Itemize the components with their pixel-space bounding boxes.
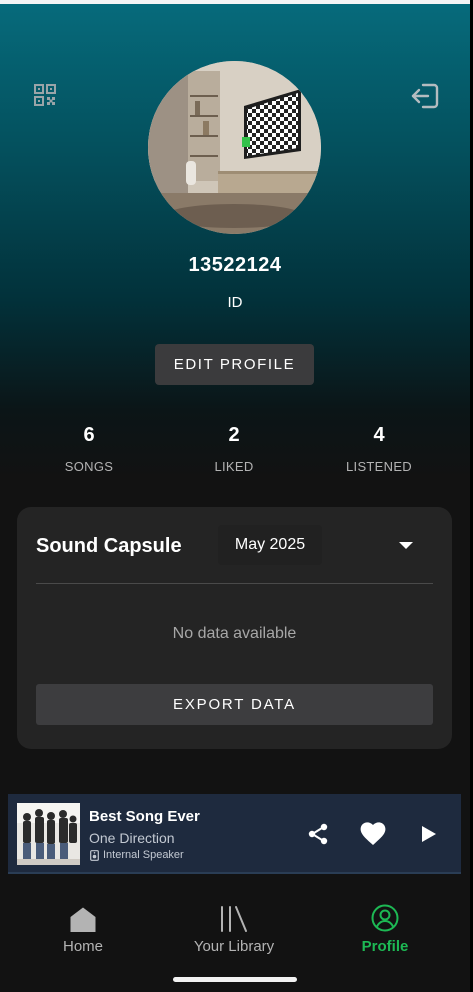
play-icon	[422, 826, 436, 842]
output-device[interactable]: Internal Speaker	[90, 849, 184, 861]
nav-item-home[interactable]: Home	[23, 900, 143, 955]
avatar-image	[148, 61, 321, 234]
stat-songs: 6 SONGS	[29, 424, 149, 474]
play-button[interactable]	[417, 822, 441, 846]
output-device-label: Internal Speaker	[103, 849, 184, 861]
qr-code-icon	[34, 84, 56, 106]
library-icon	[221, 906, 247, 932]
stat-liked: 2 LIKED	[174, 424, 294, 474]
user-id-label: ID	[227, 294, 243, 311]
divider	[36, 583, 433, 584]
stat-songs-label: SONGS	[64, 459, 114, 474]
export-data-button[interactable]: EXPORT DATA	[36, 684, 433, 725]
home-indicator	[173, 977, 297, 982]
empty-state-message: No data available	[172, 625, 297, 642]
stat-liked-value: 2	[228, 424, 240, 446]
sound-capsule-card: Sound Capsule May 2025 No data available…	[17, 507, 452, 749]
share-button[interactable]	[305, 821, 331, 847]
nav-item-library[interactable]: Your Library	[174, 900, 294, 955]
home-icon	[70, 907, 96, 932]
stat-listened: 4 LISTENED	[319, 424, 439, 474]
profile-screen: 13522124 ID EDIT PROFILE 6 SONGS 2 LIKED…	[0, 0, 473, 992]
speaker-icon	[90, 849, 99, 861]
username: 13522124	[188, 254, 282, 276]
album-cover-image	[17, 803, 80, 865]
nav-label-home: Home	[62, 938, 103, 955]
like-button[interactable]	[359, 821, 387, 847]
stat-songs-value: 6	[83, 424, 95, 446]
profile-icon	[371, 904, 399, 932]
track-title: Best Song Ever	[89, 808, 200, 825]
stat-listened-label: LISTENED	[346, 459, 412, 474]
month-dropdown-button[interactable]	[395, 537, 417, 555]
nav-item-profile[interactable]: Profile	[325, 900, 445, 955]
mini-player[interactable]: Best Song Ever One Direction Internal Sp…	[8, 794, 461, 874]
caret-down-icon	[399, 542, 413, 549]
sound-capsule-title: Sound Capsule	[36, 535, 182, 557]
edit-profile-button[interactable]: EDIT PROFILE	[155, 344, 314, 385]
track-artist: One Direction	[89, 830, 175, 846]
stat-listened-value: 4	[373, 424, 385, 446]
player-progress-track	[8, 872, 461, 874]
logout-icon	[411, 83, 439, 109]
heart-icon	[360, 822, 386, 845]
nav-label-library: Your Library	[193, 938, 275, 955]
nav-label-profile: Profile	[361, 938, 409, 955]
avatar[interactable]	[148, 61, 321, 234]
share-icon	[308, 823, 328, 845]
stat-liked-label: LIKED	[214, 459, 254, 474]
month-selector[interactable]: May 2025	[218, 525, 322, 565]
status-strip	[0, 0, 473, 4]
qr-code-button[interactable]	[30, 80, 60, 110]
album-cover	[17, 803, 80, 865]
bottom-navigation: Home Your Library Profile	[0, 880, 470, 992]
logout-button[interactable]	[405, 76, 445, 116]
